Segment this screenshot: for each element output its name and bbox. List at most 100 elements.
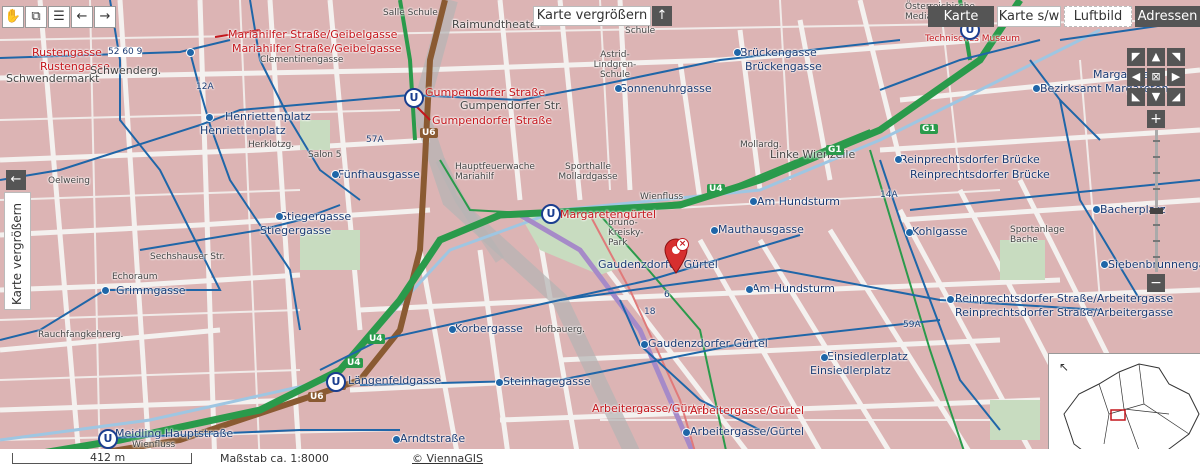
stop-marker[interactable] [275, 212, 284, 221]
pan-northeast-icon[interactable]: ◥ [1167, 48, 1185, 66]
pan-northwest-icon[interactable]: ◤ [1127, 48, 1145, 66]
pan-west-icon[interactable]: ◀ [1127, 68, 1145, 86]
center-map-icon[interactable]: ⊠ [1147, 68, 1165, 86]
stop-label-mauthausgasse: Mauthausgasse [718, 223, 804, 236]
zoom-tick [1153, 188, 1160, 190]
zoom-slider-handle[interactable] [1150, 208, 1163, 214]
stop-label-reinprechtsdorfer-arbeiter-1: Reinprechtsdorfer Straße/Arbeitergasse [955, 292, 1174, 305]
stop-marker[interactable] [101, 286, 110, 295]
line-tag-57a: 57A [366, 135, 384, 145]
forward-arrow-icon[interactable]: → [94, 6, 116, 28]
pan-southwest-icon[interactable]: ◣ [1127, 88, 1145, 106]
pan-southeast-icon[interactable]: ◢ [1167, 88, 1185, 106]
scale-distance: 412 m [90, 451, 126, 464]
expand-map-side-tab[interactable]: Karte vergrößern [4, 192, 31, 310]
line-tag-u4: U4 [367, 334, 385, 344]
stop-marker[interactable] [820, 353, 829, 362]
line-tag-rustengasse: 52 60 9 [108, 47, 143, 57]
label-raimundtheater: Raimundtheater [452, 18, 542, 31]
stop-marker[interactable] [733, 48, 742, 57]
line-tag-u6-3: U6 [420, 128, 438, 138]
stop-label-arndtstrasse: Arndtstraße [400, 432, 466, 445]
stop-marker[interactable] [894, 155, 903, 164]
stop-label-am-hundsturm-1: Am Hundsturm [757, 195, 840, 208]
ubahn-station-laengenfeldgasse[interactable]: U [326, 372, 346, 392]
stop-label-reinprechtsdorfer-bruecke-2: Reinprechtsdorfer Brücke [910, 168, 1050, 181]
stop-label-arbeitergasse-guertel-3: Arbeitergasse/Gürtel [690, 425, 805, 438]
stop-marker[interactable] [614, 84, 623, 93]
line-tag-18: 18 [644, 307, 656, 317]
stop-marker[interactable] [905, 228, 914, 237]
stop-label-einsiedlerplatz-2: Einsiedlerplatz [810, 364, 891, 377]
pan-north-icon[interactable]: ▲ [1147, 48, 1165, 66]
label-wienfluss: Wienfluss [640, 192, 684, 202]
label-sportanlage: Sportanlage Bache [1010, 225, 1065, 245]
stop-marker[interactable] [331, 170, 340, 179]
stop-marker[interactable] [710, 226, 719, 235]
line-tag-u4-3: U4 [707, 184, 725, 194]
expand-map-button[interactable]: Karte vergrößern [533, 6, 651, 26]
line-tag-g1: G1 [826, 145, 844, 155]
stop-marker[interactable] [205, 113, 214, 122]
stop-marker[interactable] [745, 285, 754, 294]
stop-label-gaudenzdorfer-1: Gaudenzdorfer Gürtel [598, 258, 718, 271]
ubahn-station-meidling[interactable]: U [98, 429, 118, 449]
ubahn-station-margaretenguertel[interactable]: U [541, 204, 561, 224]
stop-label-am-hundsturm-2: Am Hundsturm [752, 282, 835, 295]
stop-label-arbeitergasse-guertel-1: Arbeitergasse/Gürtel [592, 402, 707, 415]
stop-marker[interactable] [749, 197, 758, 206]
tab-luftbild[interactable]: Luftbild [1064, 6, 1132, 27]
ubahn-station-gumpendorfer[interactable]: U [404, 88, 424, 108]
pan-south-icon[interactable]: ▼ [1147, 88, 1165, 106]
stop-marker[interactable] [186, 48, 195, 57]
side-tab-label: Karte vergrößern [10, 203, 24, 305]
stop-marker[interactable] [682, 428, 691, 437]
label-salle-schule: Salle Schule [383, 8, 438, 18]
back-arrow-icon[interactable]: ← [71, 6, 93, 28]
map-canvas[interactable]: Rustengasse 52 60 9 Rustengasse Schwende… [0, 0, 1200, 469]
stop-marker[interactable] [392, 435, 401, 444]
hand-pan-icon[interactable]: ✋ [2, 6, 24, 28]
label-schule: Schule [625, 26, 656, 36]
zoom-in-button[interactable]: + [1147, 110, 1165, 128]
label-schwendermarkt: Schwendermarkt [6, 72, 100, 85]
label-schwenderg: Schwenderg. [90, 64, 162, 77]
label-astrid-lindgren: Astrid-Lindgren-Schule [593, 50, 637, 80]
line-tag-6: 6 [664, 290, 670, 300]
stop-label-rustengasse: Rustengasse [32, 46, 102, 59]
zoom-slider-track[interactable] [1155, 130, 1158, 272]
stop-label-fuenfhausgasse: Fünfhausgasse [338, 168, 420, 181]
stop-marker[interactable] [1100, 260, 1109, 269]
label-sporthalle: Sporthalle Mollardgasse [558, 162, 618, 182]
arrow-left-icon[interactable]: ← [6, 170, 26, 190]
line-tag-u6-2: U6 [308, 392, 326, 402]
stop-marker[interactable] [1092, 205, 1101, 214]
zoom-tick [1153, 156, 1160, 158]
stop-marker[interactable] [495, 378, 504, 387]
zoom-box-icon[interactable]: ⧉ [25, 6, 47, 28]
stop-marker[interactable] [640, 340, 649, 349]
collapse-overview-icon[interactable]: ↖ [1059, 360, 1069, 374]
pan-east-icon[interactable]: ▶ [1167, 68, 1185, 86]
sliders-icon[interactable]: ☰ [48, 6, 70, 28]
label-clementinengasse: Clementinengasse [260, 55, 344, 65]
close-pin-icon[interactable]: × [676, 238, 689, 251]
label-hofbauerg: Hofbauerg. [535, 325, 586, 335]
tab-adressen[interactable]: Adressen [1135, 6, 1200, 27]
road-label-gumpendorfer: Gumpendorfer Str. [460, 99, 563, 112]
stop-label-steinhagegasse: Steinhagegasse [503, 375, 591, 388]
arrow-up-icon[interactable]: ↑ [652, 6, 672, 26]
stop-marker[interactable] [946, 295, 955, 304]
label-salon5: Salon 5 [308, 150, 342, 160]
tab-karte[interactable]: Karte [928, 6, 994, 27]
scale-bar: 412 m Maßstab ca. 1:8000 © ViennaGIS [0, 449, 1200, 469]
zoom-tick [1153, 240, 1160, 242]
stop-label-arbeitergasse-guertel-2: Arbeitergasse/Gürtel [690, 404, 805, 417]
line-tag-12a: 12A [196, 82, 214, 92]
stop-marker[interactable] [448, 325, 457, 334]
zoom-out-button[interactable]: − [1147, 274, 1165, 292]
copyright-link[interactable]: © ViennaGIS [412, 452, 483, 465]
stop-marker[interactable] [1032, 84, 1041, 93]
tab-karte-sw[interactable]: Karte s/w [997, 6, 1061, 27]
label-echoraum: Echoraum [112, 272, 158, 282]
